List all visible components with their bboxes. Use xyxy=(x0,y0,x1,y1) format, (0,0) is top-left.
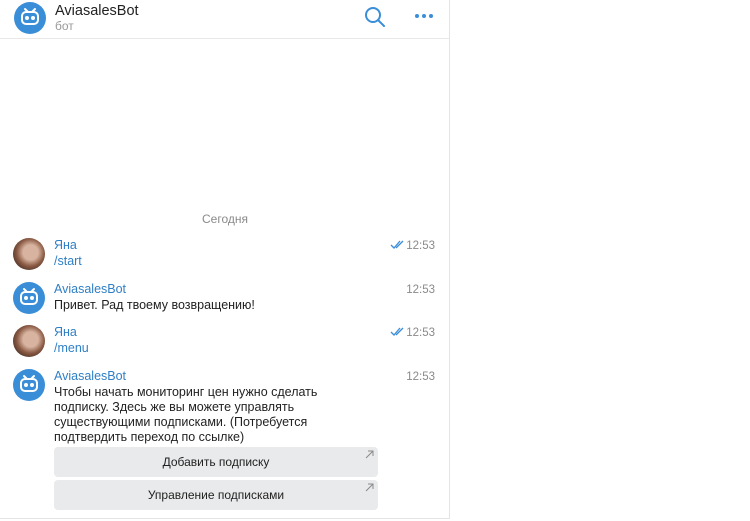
bot-icon xyxy=(20,375,38,392)
message-time: 12:53 xyxy=(406,240,435,252)
chat-window: AviasalesBot бот Сегодня Яна /start 12:5… xyxy=(0,0,450,519)
more-icon[interactable] xyxy=(412,8,436,24)
message-sender[interactable]: Яна xyxy=(54,238,77,252)
chat-subtitle: бот xyxy=(55,19,74,33)
chat-title: AviasalesBot xyxy=(55,3,139,19)
double-check-icon xyxy=(390,327,404,336)
message-item: AviasalesBot Привет. Рад твоему возвраще… xyxy=(0,282,450,316)
bot-icon xyxy=(20,288,38,305)
arrow-external-icon xyxy=(365,483,374,492)
message-item: Яна /menu 12:53 xyxy=(0,325,450,359)
bot-avatar[interactable] xyxy=(13,282,45,314)
add-subscription-button[interactable]: Добавить подписку xyxy=(54,447,378,477)
bot-icon xyxy=(21,8,39,25)
message-sender[interactable]: AviasalesBot xyxy=(54,282,126,296)
date-separator: Сегодня xyxy=(202,212,248,226)
double-check-icon xyxy=(390,240,404,249)
message-time: 12:53 xyxy=(406,284,435,296)
arrow-external-icon xyxy=(365,450,374,459)
button-label: Управление подписками xyxy=(147,488,285,502)
message-item: AviasalesBot Чтобы начать мониторинг цен… xyxy=(0,369,450,514)
message-text[interactable]: /menu xyxy=(54,341,364,356)
search-icon[interactable] xyxy=(364,6,386,28)
message-sender[interactable]: AviasalesBot xyxy=(54,369,126,383)
user-avatar[interactable] xyxy=(13,238,45,270)
message-text[interactable]: /start xyxy=(54,254,364,269)
chat-header: AviasalesBot бот xyxy=(0,0,450,39)
message-time: 12:53 xyxy=(406,327,435,339)
message-time: 12:53 xyxy=(406,371,435,383)
button-label: Добавить подписку xyxy=(162,455,270,469)
message-sender[interactable]: Яна xyxy=(54,325,77,339)
bot-avatar[interactable] xyxy=(14,2,46,34)
message-text: Чтобы начать мониторинг цен нужно сделат… xyxy=(54,385,318,444)
bot-avatar[interactable] xyxy=(13,369,45,401)
message-text: Привет. Рад твоему возвращению! xyxy=(54,298,255,312)
user-avatar[interactable] xyxy=(13,325,45,357)
message-item: Яна /start 12:53 xyxy=(0,238,450,272)
manage-subscriptions-button[interactable]: Управление подписками xyxy=(54,480,378,510)
